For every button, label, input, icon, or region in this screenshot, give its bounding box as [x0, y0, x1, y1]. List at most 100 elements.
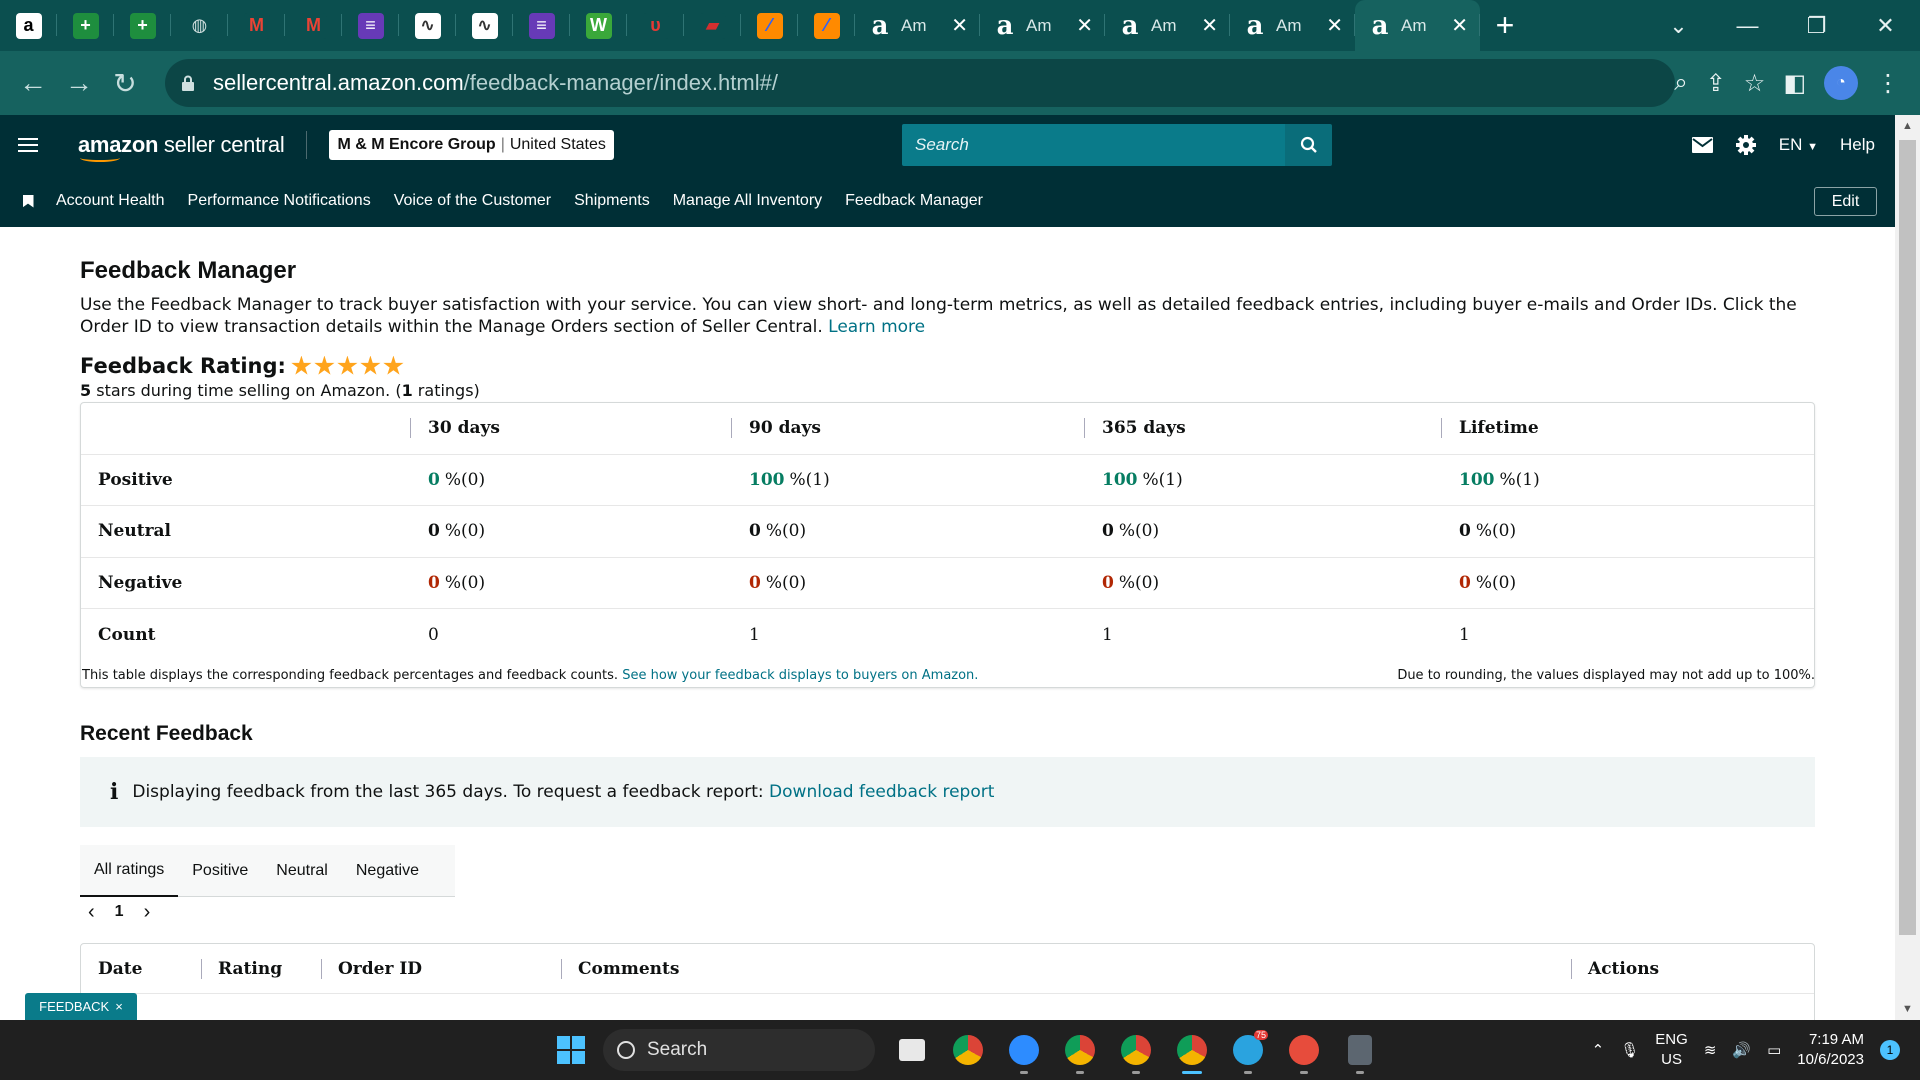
mail-icon[interactable]: [1691, 137, 1713, 153]
volume-icon[interactable]: 🔊: [1732, 1041, 1751, 1059]
pinned-tab[interactable]: ⁄: [798, 0, 855, 51]
browser-tab[interactable]: a Am ✕: [1105, 0, 1230, 51]
merchant-switcher[interactable]: M & M Encore Group | United States: [329, 130, 614, 160]
pinned-tab[interactable]: M: [285, 0, 342, 51]
pinned-tab[interactable]: υ: [627, 0, 684, 51]
address-bar[interactable]: sellercentral.amazon.com/feedback-manage…: [165, 59, 1675, 107]
pinned-tab[interactable]: +: [57, 0, 114, 51]
settings-gear-icon[interactable]: [1735, 134, 1757, 156]
close-tab-icon[interactable]: ✕: [951, 13, 968, 38]
seller-central-logo[interactable]: amazon seller central: [78, 132, 285, 162]
current-page[interactable]: 1: [115, 903, 124, 921]
close-tab-icon[interactable]: ✕: [1201, 13, 1218, 38]
page-scrollbar[interactable]: ▲ ▼: [1895, 115, 1920, 1020]
close-tab-icon[interactable]: ✕: [1326, 13, 1343, 38]
calculator-icon[interactable]: [1340, 1030, 1380, 1074]
pinned-tab[interactable]: +: [114, 0, 171, 51]
battery-icon[interactable]: ▭: [1767, 1041, 1781, 1059]
next-page-icon[interactable]: ›: [144, 901, 151, 924]
share-icon[interactable]: ⇪: [1706, 69, 1726, 98]
scrollbar-thumb[interactable]: [1899, 140, 1916, 935]
scroll-up-icon[interactable]: ▲: [1902, 120, 1913, 132]
pinned-tab[interactable]: ∿: [399, 0, 456, 51]
clock[interactable]: 7:19 AM 10/6/2023: [1797, 1030, 1864, 1070]
column-header-comments[interactable]: Comments: [561, 958, 1571, 979]
column-header[interactable]: 90 days: [731, 418, 1102, 439]
reload-icon[interactable]: ↻: [102, 67, 148, 100]
taskbar-search[interactable]: Search: [603, 1029, 875, 1071]
column-header[interactable]: 30 days: [410, 418, 749, 439]
download-feedback-report-link[interactable]: Download feedback report: [769, 782, 994, 802]
chrome-profile-d-icon[interactable]: [1116, 1030, 1156, 1074]
edit-bookmarks-button[interactable]: Edit: [1814, 187, 1877, 216]
pinned-tab[interactable]: ∿: [456, 0, 513, 51]
nav-link-account-health[interactable]: Account Health: [56, 192, 165, 210]
side-panel-icon[interactable]: ◧: [1783, 69, 1806, 98]
pinned-tab[interactable]: a: [0, 0, 57, 51]
notification-badge[interactable]: 1: [1880, 1040, 1900, 1060]
pinned-tab[interactable]: ▰: [684, 0, 741, 51]
tab-positive[interactable]: Positive: [178, 845, 262, 897]
tab-search-icon[interactable]: ⌄: [1644, 13, 1713, 39]
column-header-date[interactable]: Date: [81, 959, 201, 979]
pinned-tab[interactable]: ◍: [171, 0, 228, 51]
scroll-down-icon[interactable]: ▼: [1902, 1003, 1913, 1015]
column-header[interactable]: Lifetime: [1441, 418, 1814, 439]
microphone-icon[interactable]: 🎙: [1620, 1041, 1639, 1059]
nav-link-voice-of-the-customer[interactable]: Voice of the Customer: [394, 192, 551, 210]
chrome-icon[interactable]: [948, 1030, 988, 1070]
forward-icon[interactable]: →: [56, 67, 102, 99]
close-tab-icon[interactable]: ✕: [1451, 13, 1468, 38]
tab-all-ratings[interactable]: All ratings: [80, 845, 179, 897]
search-input[interactable]: Search: [902, 124, 1285, 166]
tasks-check-icon[interactable]: [1284, 1030, 1324, 1074]
column-header[interactable]: 365 days: [1084, 418, 1459, 439]
column-header-order-id[interactable]: Order ID: [321, 958, 561, 979]
column-header-actions[interactable]: Actions: [1571, 958, 1811, 979]
learn-more-link[interactable]: Learn more: [828, 317, 925, 337]
new-tab-button[interactable]: +: [1480, 0, 1530, 51]
zoom-icon[interactable]: ⌕: [1674, 69, 1687, 97]
chevron-up-icon[interactable]: ⌃: [1592, 1041, 1605, 1059]
input-language[interactable]: ENG US: [1655, 1030, 1688, 1070]
browser-tab[interactable]: a Am ✕: [1355, 0, 1480, 51]
profile-avatar[interactable]: ◔: [1824, 66, 1858, 100]
chrome-profile-icon[interactable]: [1060, 1030, 1100, 1074]
pinned-tab[interactable]: ≡: [513, 0, 570, 51]
zoom-icon[interactable]: [1004, 1030, 1044, 1074]
pinned-tab[interactable]: W: [570, 0, 627, 51]
tab-neutral[interactable]: Neutral: [262, 845, 342, 897]
telegram-icon[interactable]: 75: [1228, 1030, 1268, 1074]
pinned-tab[interactable]: ⁄: [741, 0, 798, 51]
pinned-tab[interactable]: ≡: [342, 0, 399, 51]
browser-tab[interactable]: a Am ✕: [855, 0, 980, 51]
back-icon[interactable]: ←: [10, 67, 56, 99]
minimize-icon[interactable]: —: [1713, 13, 1782, 39]
column-header-rating[interactable]: Rating: [201, 958, 321, 979]
nav-link-feedback-manager[interactable]: Feedback Manager: [845, 192, 983, 210]
prev-page-icon[interactable]: ‹: [88, 901, 95, 924]
restore-icon[interactable]: ❐: [1782, 13, 1851, 39]
wifi-icon[interactable]: ≋: [1704, 1041, 1717, 1059]
close-icon[interactable]: ×: [115, 999, 123, 1014]
nav-link-performance-notifications[interactable]: Performance Notifications: [188, 192, 371, 210]
pinned-tab[interactable]: M: [228, 0, 285, 51]
close-window-icon[interactable]: ✕: [1851, 13, 1920, 39]
language-selector[interactable]: EN ▼: [1779, 135, 1818, 155]
menu-icon[interactable]: ⋮: [1876, 69, 1900, 98]
chrome-active-icon[interactable]: [1172, 1030, 1212, 1074]
file-explorer-icon[interactable]: [892, 1030, 932, 1070]
hamburger-menu-icon[interactable]: [0, 138, 56, 152]
nav-link-shipments[interactable]: Shipments: [574, 192, 650, 210]
close-tab-icon[interactable]: ✕: [1076, 13, 1093, 38]
bookmark-star-icon[interactable]: ☆: [1744, 69, 1766, 98]
search-button[interactable]: [1285, 124, 1332, 166]
browser-tab[interactable]: a Am ✕: [980, 0, 1105, 51]
windows-start-icon[interactable]: [557, 1036, 585, 1064]
see-feedback-display-link[interactable]: See how your feedback displays to buyers…: [622, 668, 978, 683]
browser-tab[interactable]: a Am ✕: [1230, 0, 1355, 51]
tab-negative[interactable]: Negative: [342, 845, 433, 897]
help-link[interactable]: Help: [1840, 135, 1875, 155]
nav-link-manage-all-inventory[interactable]: Manage All Inventory: [673, 192, 822, 210]
feedback-widget-button[interactable]: FEEDBACK ×: [25, 993, 137, 1020]
